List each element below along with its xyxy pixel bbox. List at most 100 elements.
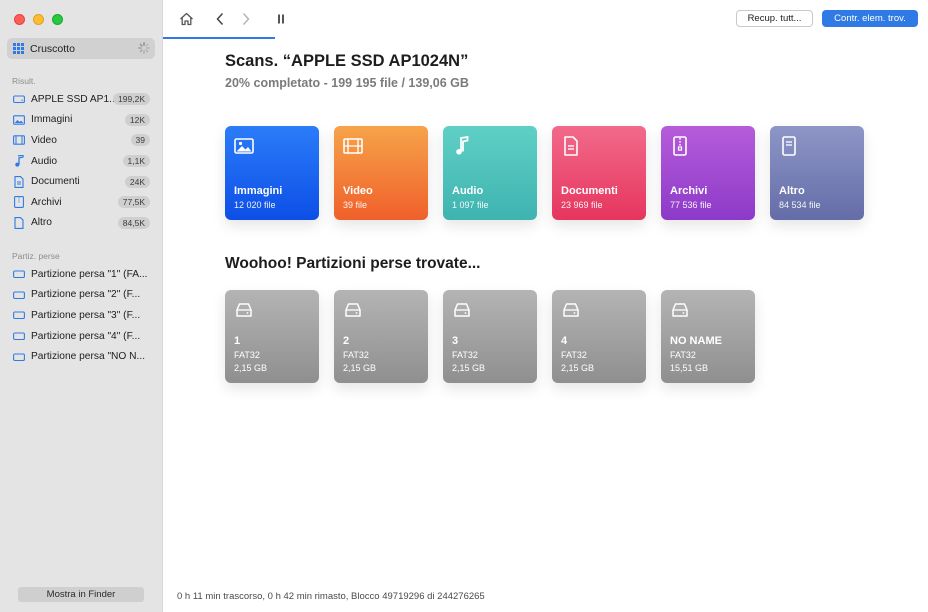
category-tile-other[interactable]: Altro 84 534 file xyxy=(770,126,864,220)
minimize-window-button[interactable] xyxy=(33,14,44,25)
count-badge: 199,2K xyxy=(113,93,150,106)
review-found-items-button[interactable]: Contr. elem. trov. xyxy=(822,10,918,27)
zoom-window-button[interactable] xyxy=(52,14,63,25)
grid-icon xyxy=(13,43,24,54)
partition-size: 2,15 GB xyxy=(452,363,486,373)
lost-partitions-list: Partizione persa "1" (FA... Partizione p… xyxy=(7,264,155,367)
drive-icon xyxy=(13,289,25,301)
sidebar-item-drive[interactable]: APPLE SSD AP1... 199,2K xyxy=(7,89,155,110)
partition-tile[interactable]: 4 FAT32 2,15 GB xyxy=(552,290,646,383)
partition-tile[interactable]: NO NAME FAT32 15,51 GB xyxy=(661,290,755,383)
drive-icon xyxy=(13,330,25,342)
partition-size: 2,15 GB xyxy=(561,363,595,373)
category-tile-video[interactable]: Video 39 file xyxy=(334,126,428,220)
category-name: Audio xyxy=(452,185,484,197)
partitions-heading: Woohoo! Partizioni perse trovate... xyxy=(225,255,481,272)
other-file-icon xyxy=(782,136,796,156)
sidebar-item-label: Video xyxy=(31,134,57,146)
video-icon xyxy=(13,134,25,146)
sidebar-item-label: Cruscotto xyxy=(30,42,75,55)
partition-filesystem: FAT32 xyxy=(343,350,369,360)
sidebar-item-other[interactable]: Altro 84,5K xyxy=(7,213,155,234)
sidebar-item-lost-partition[interactable]: Partizione persa "4" (F... xyxy=(7,326,155,347)
sidebar-item-label: Partizione persa "3" (F... xyxy=(31,309,141,321)
category-count: 84 534 file xyxy=(779,200,821,210)
partition-size: 2,15 GB xyxy=(343,363,377,373)
close-window-button[interactable] xyxy=(14,14,25,25)
home-icon[interactable] xyxy=(178,11,194,27)
pause-icon[interactable] xyxy=(273,11,289,27)
archive-icon xyxy=(13,196,25,209)
drive-icon xyxy=(13,268,25,280)
document-icon xyxy=(13,175,25,188)
count-badge: 39 xyxy=(130,134,150,147)
partition-tile[interactable]: 3 FAT32 2,15 GB xyxy=(443,290,537,383)
back-arrow-icon[interactable] xyxy=(212,11,228,27)
page-title: Scans. “APPLE SSD AP1024N” xyxy=(225,52,469,70)
drive-icon xyxy=(13,93,25,105)
category-count: 77 536 file xyxy=(670,200,712,210)
count-badge: 24K xyxy=(124,175,150,188)
sidebar-item-dashboard[interactable]: Cruscotto xyxy=(7,38,155,59)
document-icon xyxy=(564,136,578,156)
sidebar-item-label: Partizione persa "NO N... xyxy=(31,351,146,363)
count-badge: 1,1K xyxy=(122,155,150,168)
category-tile-documents[interactable]: Documenti 23 969 file xyxy=(552,126,646,220)
recover-all-button[interactable]: Recup. tutt... xyxy=(736,10,813,27)
sidebar-item-label: Immagini xyxy=(31,114,73,126)
partition-name: 1 xyxy=(234,335,241,347)
sidebar-item-lost-partition[interactable]: Partizione persa "2" (F... xyxy=(7,285,155,306)
image-icon xyxy=(234,138,254,154)
category-tile-archives[interactable]: Archivi 77 536 file xyxy=(661,126,755,220)
partition-size: 2,15 GB xyxy=(234,363,268,373)
sidebar: Cruscotto Risult. APPLE SSD AP1... 199,2… xyxy=(0,0,163,612)
sidebar-item-archives[interactable]: Archivi 77,5K xyxy=(7,192,155,213)
category-count: 23 969 file xyxy=(561,200,603,210)
category-name: Documenti xyxy=(561,185,618,197)
partition-filesystem: FAT32 xyxy=(234,350,260,360)
other-file-icon xyxy=(13,216,25,229)
count-badge: 84,5K xyxy=(117,216,150,229)
music-icon xyxy=(13,155,25,167)
sidebar-item-lost-partition[interactable]: Partizione persa "NO N... xyxy=(7,346,155,367)
music-note-icon xyxy=(456,136,469,155)
partition-name: NO NAME xyxy=(670,335,722,347)
category-count: 39 file xyxy=(343,200,368,210)
show-in-finder-button[interactable]: Mostra in Finder xyxy=(18,587,144,602)
sidebar-item-label: APPLE SSD AP1... xyxy=(31,93,118,105)
count-badge: 12K xyxy=(124,113,150,126)
window-controls xyxy=(14,14,63,25)
partition-name: 2 xyxy=(343,335,350,347)
category-name: Immagini xyxy=(234,185,283,197)
category-count: 1 097 file xyxy=(452,200,489,210)
results-list: APPLE SSD AP1... 199,2K Immagini 12K Vid… xyxy=(7,89,155,233)
partition-filesystem: FAT32 xyxy=(452,350,478,360)
scan-progress-text: 20% completato - 199 195 file / 139,06 G… xyxy=(225,76,469,90)
category-name: Archivi xyxy=(670,185,708,197)
partition-tile[interactable]: 2 FAT32 2,15 GB xyxy=(334,290,428,383)
partition-name: 3 xyxy=(452,335,459,347)
drive-icon xyxy=(345,303,361,317)
sidebar-item-video[interactable]: Video 39 xyxy=(7,130,155,151)
status-bar-text: 0 h 11 min trascorso, 0 h 42 min rimasto… xyxy=(177,591,485,602)
partition-filesystem: FAT32 xyxy=(561,350,587,360)
loading-spinner-icon xyxy=(138,42,150,54)
partition-tile[interactable]: 1 FAT32 2,15 GB xyxy=(225,290,319,383)
sidebar-item-lost-partition[interactable]: Partizione persa "3" (F... xyxy=(7,305,155,326)
forward-arrow-icon[interactable] xyxy=(238,11,254,27)
category-name: Altro xyxy=(779,185,805,197)
category-tile-images[interactable]: Immagini 12 020 file xyxy=(225,126,319,220)
drive-icon xyxy=(672,303,688,317)
sidebar-item-documents[interactable]: Documenti 24K xyxy=(7,171,155,192)
image-icon xyxy=(13,114,25,126)
drive-icon xyxy=(13,351,25,363)
sidebar-item-images[interactable]: Immagini 12K xyxy=(7,110,155,131)
drive-icon xyxy=(563,303,579,317)
category-tile-audio[interactable]: Audio 1 097 file xyxy=(443,126,537,220)
film-icon xyxy=(343,138,363,154)
category-name: Video xyxy=(343,185,373,197)
sidebar-item-lost-partition[interactable]: Partizione persa "1" (FA... xyxy=(7,264,155,285)
sidebar-item-audio[interactable]: Audio 1,1K xyxy=(7,151,155,172)
lost-partitions-section-title: Partiz. perse xyxy=(12,251,60,261)
drive-icon xyxy=(454,303,470,317)
